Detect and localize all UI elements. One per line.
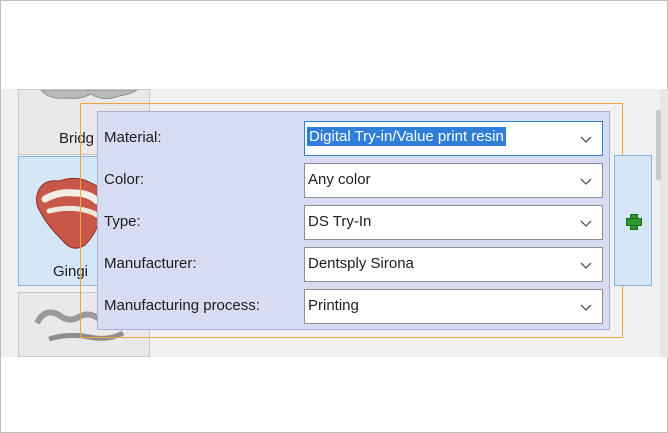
type-label: Type:	[104, 213, 141, 230]
plus-icon	[626, 213, 642, 230]
scrollbar-track[interactable]	[660, 89, 668, 357]
property-row-color: Color: Any color	[98, 163, 609, 201]
chevron-down-icon	[580, 304, 592, 311]
scrollbar-thumb[interactable]	[656, 110, 661, 180]
color-dropdown[interactable]: Any color	[304, 163, 603, 198]
chevron-down-icon	[580, 136, 592, 143]
chevron-down-icon	[580, 178, 592, 185]
color-label: Color:	[104, 171, 145, 188]
manufacturing-process-value: Printing	[308, 297, 359, 314]
type-dropdown[interactable]: DS Try-In	[304, 205, 603, 240]
material-dropdown[interactable]: Digital Try-in/Value print resin	[304, 121, 603, 156]
add-button[interactable]	[614, 155, 652, 286]
property-row-material: Material: Digital Try-in/Value print res…	[98, 121, 609, 159]
color-value: Any color	[308, 171, 371, 188]
chevron-down-icon	[580, 262, 592, 269]
manufacturer-value: Dentsply Sirona	[308, 255, 414, 272]
property-row-manufacturer: Manufacturer: Dentsply Sirona	[98, 247, 609, 285]
manufacturing-process-label: Manufacturing process:	[104, 297, 260, 314]
property-row-type: Type: DS Try-In	[98, 205, 609, 243]
property-row-manufacturing-process: Manufacturing process: Printing	[98, 289, 609, 327]
chevron-down-icon	[580, 220, 592, 227]
material-value: Digital Try-in/Value print resin	[307, 127, 506, 146]
manufacturer-dropdown[interactable]: Dentsply Sirona	[304, 247, 603, 282]
manufacturer-label: Manufacturer:	[104, 255, 197, 272]
type-value: DS Try-In	[308, 213, 372, 230]
material-label: Material:	[104, 129, 162, 146]
properties-panel: Material: Digital Try-in/Value print res…	[97, 111, 610, 330]
manufacturing-process-dropdown[interactable]: Printing	[304, 289, 603, 324]
